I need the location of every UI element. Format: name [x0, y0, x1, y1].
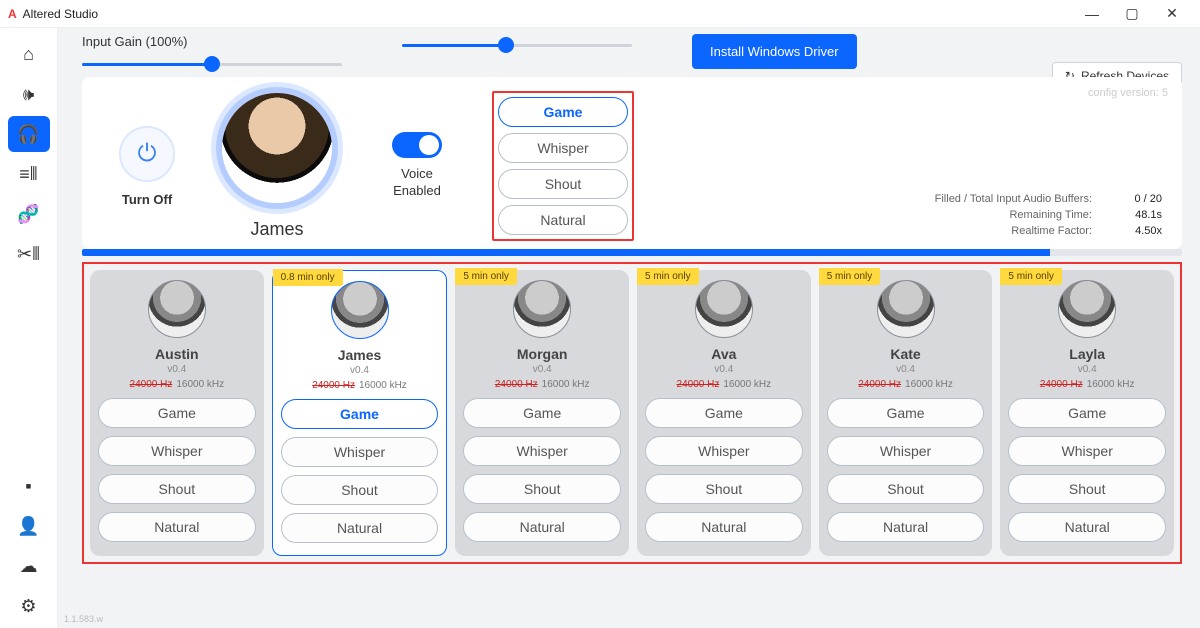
avatar	[513, 280, 571, 338]
input-gain-slider[interactable]: Input Gain (100%)	[82, 34, 342, 66]
waveform-icon[interactable]: ≡⦀	[8, 156, 50, 192]
time-badge: 5 min only	[1000, 268, 1062, 285]
card-mode-natural[interactable]: Natural	[281, 513, 439, 543]
voice-icon[interactable]: 🕪	[8, 76, 50, 112]
card-version: v0.4	[714, 364, 733, 375]
card-version: v0.4	[350, 365, 369, 376]
voice-cards: Austin v0.4 24000 Hz16000 kHz Game Whisper Sh…	[82, 262, 1182, 564]
card-version: v0.4	[167, 364, 186, 375]
card-mode-shout[interactable]: Shout	[1008, 474, 1166, 504]
card-mode-whisper[interactable]: Whisper	[645, 436, 803, 466]
card-mode-game[interactable]: Game	[281, 399, 439, 429]
card-version: v0.4	[1078, 364, 1097, 375]
card-mode-game[interactable]: Game	[827, 398, 985, 428]
output-gain-slider[interactable]	[402, 34, 632, 47]
card-rate: 24000 Hz16000 kHz	[677, 379, 772, 390]
titlebar: A Altered Studio — ▢ ✕	[0, 0, 1200, 28]
avatar	[695, 280, 753, 338]
user-icon[interactable]: 👤	[8, 508, 50, 544]
app-logo-icon: A	[8, 7, 17, 21]
card-mode-game[interactable]: Game	[463, 398, 621, 428]
card-rate: 24000 Hz16000 kHz	[130, 379, 225, 390]
card-mode-whisper[interactable]: Whisper	[463, 436, 621, 466]
book-icon[interactable]: ▪	[8, 468, 50, 504]
voice-card-morgan[interactable]: 5 min only Morgan v0.4 24000 Hz16000 kHz Gam…	[455, 270, 629, 556]
card-mode-whisper[interactable]: Whisper	[1008, 436, 1166, 466]
headset-icon[interactable]: 🎧	[8, 116, 50, 152]
card-mode-shout[interactable]: Shout	[463, 474, 621, 504]
voice-enabled-toggle[interactable]	[392, 132, 442, 158]
card-name: Austin	[155, 346, 199, 362]
card-version: v0.4	[533, 364, 552, 375]
home-icon[interactable]: ⌂	[8, 36, 50, 72]
card-mode-whisper[interactable]: Whisper	[827, 436, 985, 466]
card-name: James	[338, 347, 382, 363]
card-mode-natural[interactable]: Natural	[463, 512, 621, 542]
install-driver-button[interactable]: Install Windows Driver	[692, 34, 857, 69]
time-badge: 5 min only	[819, 268, 881, 285]
card-rate: 24000 Hz16000 kHz	[495, 379, 590, 390]
selected-avatar	[222, 93, 332, 203]
sidebar: ⌂ 🕪 🎧 ≡⦀ 🧬 ✂⦀ ▪ 👤 ☁ ⚙	[0, 28, 58, 628]
card-name: Morgan	[517, 346, 568, 362]
card-mode-game[interactable]: Game	[98, 398, 256, 428]
card-rate: 24000 Hz16000 kHz	[312, 380, 407, 391]
card-mode-shout[interactable]: Shout	[645, 474, 803, 504]
card-name: Kate	[890, 346, 920, 362]
card-name: Layla	[1069, 346, 1105, 362]
close-button[interactable]: ✕	[1152, 5, 1192, 22]
card-mode-natural[interactable]: Natural	[827, 512, 985, 542]
card-mode-shout[interactable]: Shout	[827, 474, 985, 504]
card-mode-shout[interactable]: Shout	[98, 474, 256, 504]
config-version: config version: 5	[1088, 87, 1168, 99]
card-mode-shout[interactable]: Shout	[281, 475, 439, 505]
avatar	[148, 280, 206, 338]
card-mode-natural[interactable]: Natural	[1008, 512, 1166, 542]
time-badge: 5 min only	[637, 268, 699, 285]
card-rate: 24000 Hz16000 kHz	[1040, 379, 1135, 390]
card-mode-game[interactable]: Game	[1008, 398, 1166, 428]
voice-card-ava[interactable]: 5 min only Ava v0.4 24000 Hz16000 kHz Game Wh…	[637, 270, 811, 556]
mode-game[interactable]: Game	[498, 97, 628, 127]
card-rate: 24000 Hz16000 kHz	[858, 379, 953, 390]
time-badge: 0.8 min only	[273, 269, 343, 286]
voice-panel: config version: 5 ⏻ Turn Off James Voice…	[82, 77, 1182, 249]
stats-block: Filled / Total Input Audio Buffers:0 / 2…	[935, 189, 1162, 241]
progress-bar	[82, 249, 1182, 256]
card-mode-game[interactable]: Game	[645, 398, 803, 428]
card-name: Ava	[711, 346, 736, 362]
mode-whisper[interactable]: Whisper	[498, 133, 628, 163]
settings-icon[interactable]: ⚙	[8, 588, 50, 624]
card-mode-whisper[interactable]: Whisper	[98, 436, 256, 466]
window-title: Altered Studio	[23, 7, 98, 21]
selected-voice-name: James	[250, 219, 303, 240]
power-button[interactable]: ⏻	[119, 126, 175, 182]
tune-icon[interactable]: ✂⦀	[8, 236, 50, 272]
card-mode-whisper[interactable]: Whisper	[281, 437, 439, 467]
avatar	[331, 281, 389, 339]
time-badge: 5 min only	[455, 268, 517, 285]
voice-card-austin[interactable]: Austin v0.4 24000 Hz16000 kHz Game Whisper Sh…	[90, 270, 264, 556]
card-mode-natural[interactable]: Natural	[645, 512, 803, 542]
voice-enabled-label: VoiceEnabled	[393, 166, 441, 200]
power-label: Turn Off	[122, 192, 172, 207]
voice-card-james[interactable]: 0.8 min only James v0.4 24000 Hz16000 kHz Ga…	[272, 270, 448, 556]
card-version: v0.4	[896, 364, 915, 375]
avatar	[877, 280, 935, 338]
voice-card-layla[interactable]: 5 min only Layla v0.4 24000 Hz16000 kHz Game…	[1000, 270, 1174, 556]
avatar	[1058, 280, 1116, 338]
mode-shout[interactable]: Shout	[498, 169, 628, 199]
mode-natural[interactable]: Natural	[498, 205, 628, 235]
minimize-button[interactable]: —	[1072, 6, 1112, 22]
app-version: 1.1.583.w	[64, 614, 103, 624]
voice-card-kate[interactable]: 5 min only Kate v0.4 24000 Hz16000 kHz Game W…	[819, 270, 993, 556]
input-gain-label: Input Gain (100%)	[82, 34, 342, 49]
voice-mode-group: Game Whisper Shout Natural	[492, 91, 634, 241]
cloud-icon[interactable]: ☁	[8, 548, 50, 584]
dna-icon[interactable]: 🧬	[8, 196, 50, 232]
maximize-button[interactable]: ▢	[1112, 5, 1152, 22]
card-mode-natural[interactable]: Natural	[98, 512, 256, 542]
